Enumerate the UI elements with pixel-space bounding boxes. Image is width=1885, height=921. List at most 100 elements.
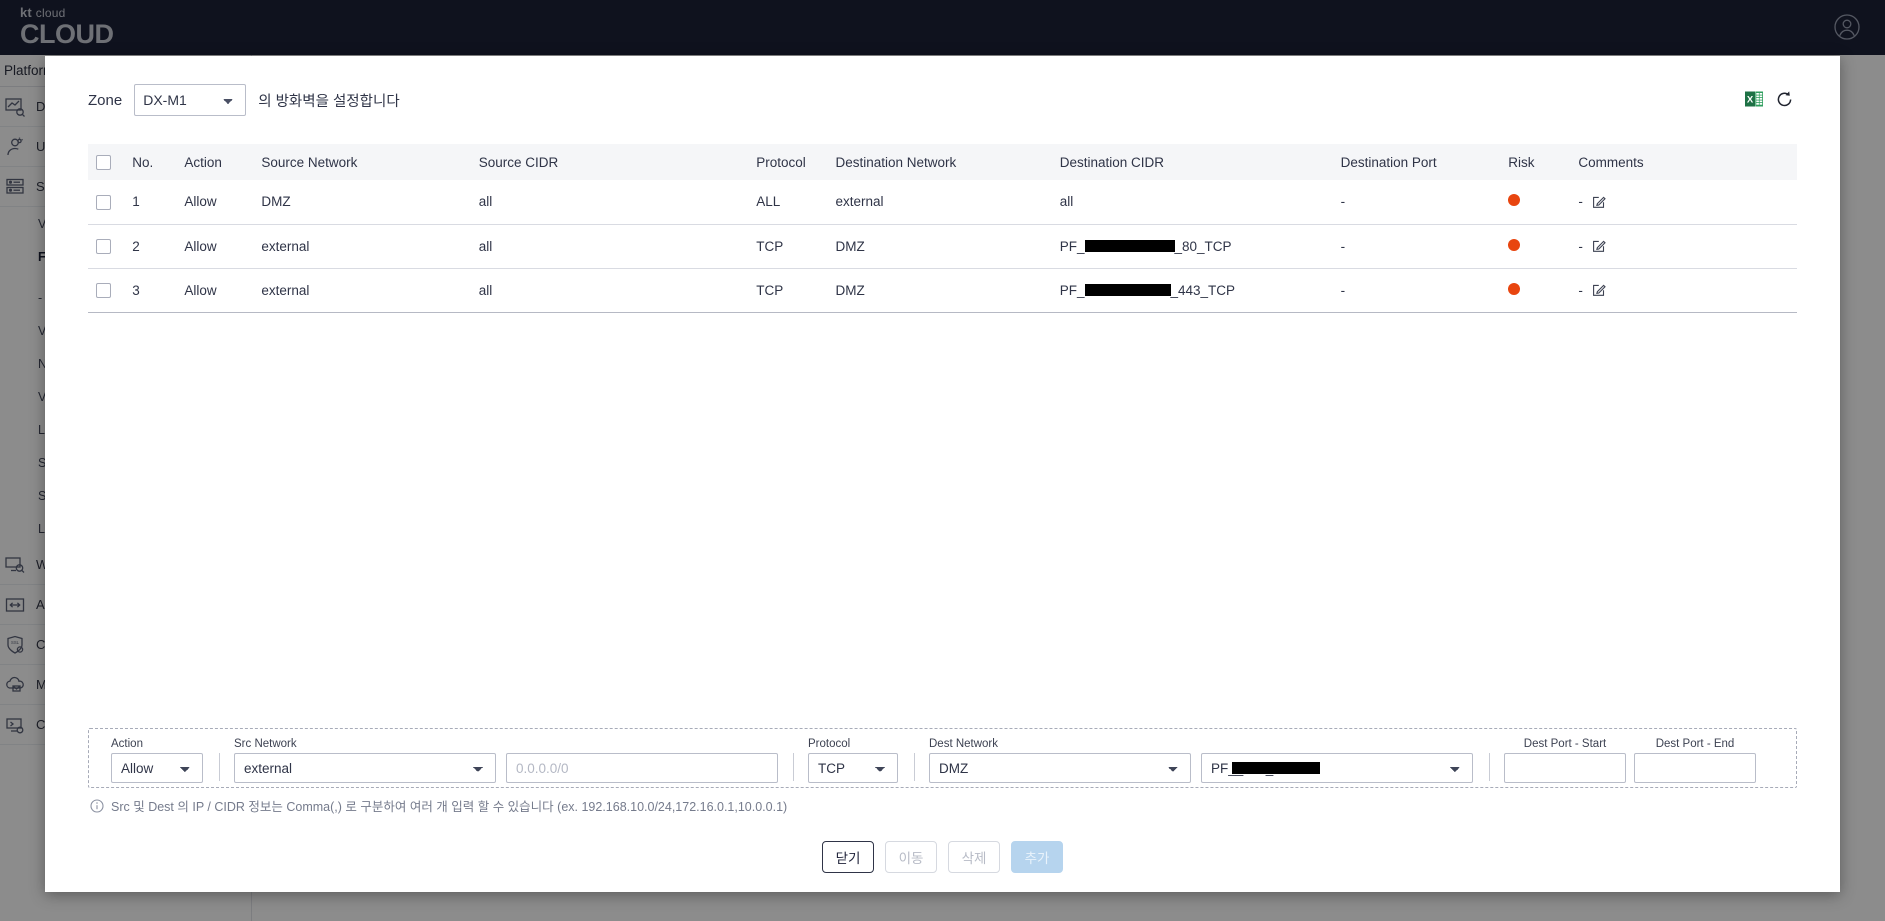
cell-comments: - <box>1570 224 1797 269</box>
row-select-cell <box>88 180 125 225</box>
dest-network-select[interactable]: DMZ <box>929 753 1191 783</box>
src-network-label: Src Network <box>234 738 297 750</box>
cidr-prefix: PF_ <box>1059 238 1085 254</box>
col-header-action: Action <box>176 144 254 180</box>
cidr-suffix: _80_TCP <box>1174 238 1232 254</box>
select-all-checkbox[interactable] <box>96 154 111 170</box>
table-row[interactable]: 1 Allow DMZ all ALL external all - - <box>88 180 1797 225</box>
cell-protocol: TCP <box>748 268 828 313</box>
src-cidr-input[interactable] <box>506 753 778 783</box>
dest-port-start-label: Dest Port - Start <box>1523 738 1607 750</box>
dest-cidr-select[interactable]: PF__443_TCP <box>1201 753 1473 783</box>
table-row[interactable]: 3 Allow external all TCP DMZ PF_ _443_TCP… <box>88 268 1797 313</box>
dest-port-end-label: Dest Port - End <box>1655 738 1735 750</box>
table-body: 1 Allow DMZ all ALL external all - - 2 A… <box>88 180 1797 313</box>
table-header-row: No. Action Source Network Source CIDR Pr… <box>88 144 1797 180</box>
col-header-destination-cidr: Destination CIDR <box>1051 144 1333 180</box>
form-divider-2 <box>793 753 794 781</box>
cell-source-network: external <box>253 268 471 313</box>
refresh-icon[interactable] <box>1775 90 1794 109</box>
cell-risk <box>1500 180 1571 225</box>
edit-comment-icon[interactable] <box>1592 195 1606 209</box>
excel-export-icon[interactable]: X <box>1744 89 1764 109</box>
field-src-cidr <box>506 753 778 783</box>
modal-footer-buttons: 닫기 이동 삭제 추가 <box>45 841 1840 873</box>
cell-destination-network: external <box>827 180 1052 225</box>
row-select-cell <box>88 224 125 269</box>
cell-action: Allow <box>176 268 254 313</box>
cell-source-cidr: all <box>470 180 749 225</box>
table-row[interactable]: 2 Allow external all TCP DMZ PF_ _80_TCP … <box>88 224 1797 269</box>
action-label: Action <box>111 738 143 750</box>
src-network-select[interactable]: external <box>234 753 496 783</box>
cell-destination-port: - <box>1332 268 1501 313</box>
cell-source-cidr: all <box>470 224 749 269</box>
form-divider-3 <box>914 753 915 781</box>
comment-text: - <box>1578 194 1583 210</box>
field-action: Action Allow <box>111 737 203 783</box>
cell-destination-cidr: PF_ _443_TCP <box>1051 268 1333 313</box>
dest-port-start-input[interactable] <box>1504 753 1626 783</box>
close-button[interactable]: 닫기 <box>822 841 874 873</box>
col-header-source-cidr: Source CIDR <box>470 144 749 180</box>
comment-text: - <box>1578 238 1583 254</box>
field-src-network: Src Network external <box>234 737 496 783</box>
form-hint: Src 및 Dest 의 IP / CIDR 정보는 Comma(,) 로 구분… <box>90 796 787 815</box>
protocol-label: Protocol <box>808 738 851 750</box>
action-select[interactable]: Allow <box>111 753 203 783</box>
add-button[interactable]: 추가 <box>1011 841 1063 873</box>
dest-port-end-input[interactable] <box>1634 753 1756 783</box>
col-header-destination-port: Destination Port <box>1332 144 1501 180</box>
edit-comment-icon[interactable] <box>1592 239 1606 253</box>
cell-source-cidr: all <box>470 268 749 313</box>
zone-select[interactable]: DX-M1 <box>134 84 247 116</box>
dest-network-label: Dest Network <box>929 738 999 750</box>
info-icon <box>90 798 104 813</box>
form-divider-4 <box>1489 753 1490 781</box>
firewall-rules-table: No. Action Source Network Source CIDR Pr… <box>88 144 1797 313</box>
risk-indicator-dot <box>1508 282 1521 295</box>
hint-text: Src 및 Dest 의 IP / CIDR 정보는 Comma(,) 로 구분… <box>111 800 788 814</box>
cell-no: 1 <box>124 180 177 225</box>
protocol-select[interactable]: TCP <box>808 753 898 783</box>
row-select-cell <box>88 268 125 313</box>
cell-risk <box>1500 268 1571 313</box>
cell-destination-cidr: all <box>1051 180 1333 225</box>
field-dest-network: Dest Network DMZ <box>929 737 1191 783</box>
cidr-prefix: PF_ <box>1059 282 1085 298</box>
comment-text: - <box>1578 282 1583 298</box>
redaction-block <box>1084 239 1175 252</box>
redaction-block <box>1084 283 1171 296</box>
cell-comments: - <box>1570 268 1797 313</box>
cell-protocol: TCP <box>748 224 828 269</box>
cell-comments: - <box>1570 180 1797 225</box>
cell-no: 2 <box>124 224 177 269</box>
cell-risk <box>1500 224 1571 269</box>
svg-text:X: X <box>1747 95 1754 106</box>
cell-action: Allow <box>176 224 254 269</box>
select-all-header <box>88 144 125 180</box>
modal-header: Zone DX-M1 의 방화벽을 설정합니다 X <box>45 56 1840 136</box>
table-header: No. Action Source Network Source CIDR Pr… <box>88 144 1797 180</box>
row-checkbox[interactable] <box>96 282 111 298</box>
cell-no: 3 <box>124 268 177 313</box>
firewall-settings-modal: Zone DX-M1 의 방화벽을 설정합니다 X No. Action Sou… <box>45 56 1840 892</box>
zone-label: Zone <box>88 91 123 109</box>
cell-action: Allow <box>176 180 254 225</box>
col-header-protocol: Protocol <box>748 144 828 180</box>
col-header-comments: Comments <box>1570 144 1797 180</box>
cell-destination-network: DMZ <box>827 268 1052 313</box>
field-dest-port-end: Dest Port - End <box>1634 737 1756 783</box>
delete-button[interactable]: 삭제 <box>948 841 1000 873</box>
cidr-suffix: _443_TCP <box>1170 282 1236 298</box>
cell-destination-network: DMZ <box>827 224 1052 269</box>
zone-selector-group: Zone DX-M1 의 방화벽을 설정합니다 <box>88 84 400 116</box>
cell-destination-port: - <box>1332 180 1501 225</box>
cell-destination-port: - <box>1332 224 1501 269</box>
row-checkbox[interactable] <box>96 238 111 254</box>
edit-comment-icon[interactable] <box>1592 283 1606 297</box>
add-rule-form: Action Allow Src Network external Protoc… <box>88 728 1797 788</box>
row-checkbox[interactable] <box>96 194 111 210</box>
move-button[interactable]: 이동 <box>885 841 937 873</box>
risk-indicator-dot <box>1508 194 1521 207</box>
